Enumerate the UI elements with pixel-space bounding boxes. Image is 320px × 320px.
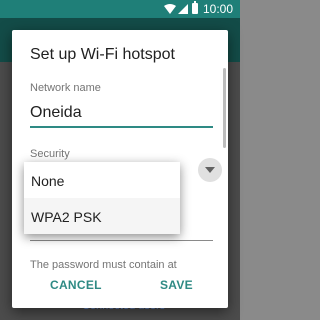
wifi-icon (164, 4, 176, 14)
chevron-down-icon (205, 167, 215, 173)
signal-icon (178, 4, 188, 14)
battery-icon (192, 1, 198, 14)
security-options-menu: None WPA2 PSK (24, 162, 180, 234)
save-button[interactable]: SAVE (160, 278, 193, 292)
network-name-label: Network name (30, 82, 101, 94)
password-underline (30, 240, 213, 241)
security-label: Security (30, 148, 70, 160)
status-bar: 10:00 (0, 0, 240, 18)
status-time: 10:00 (203, 2, 234, 16)
cancel-button[interactable]: CANCEL (50, 278, 102, 292)
dialog-title: Set up Wi-Fi hotspot (30, 46, 175, 63)
security-option-none[interactable]: None (24, 162, 180, 198)
password-hint: The password must contain at (30, 259, 177, 270)
security-option-wpa2-psk[interactable]: WPA2 PSK (24, 198, 180, 234)
network-name-input[interactable]: Oneida (30, 104, 82, 122)
security-dropdown-button[interactable] (198, 158, 222, 182)
network-name-underline (30, 126, 213, 128)
dialog-scrollbar[interactable] (223, 68, 226, 148)
